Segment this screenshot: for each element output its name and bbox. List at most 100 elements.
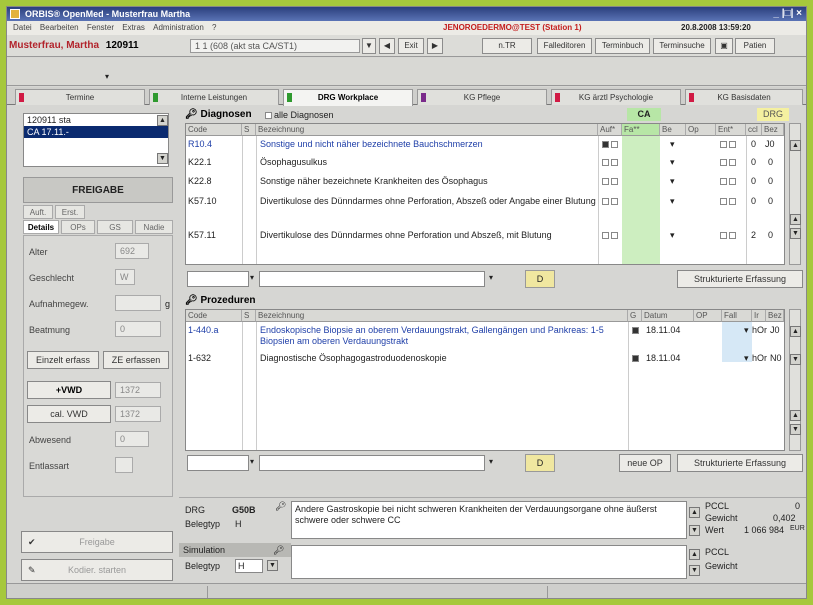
diagnose-d-button[interactable]: D [525,270,555,288]
col-fall[interactable]: Fall [722,310,752,322]
row-dropdown-icon[interactable]: ▾ [742,353,749,364]
diag-code-input[interactable] [187,271,249,287]
tab-auft[interactable]: Auft. [23,205,53,219]
falleditoren-button[interactable]: Falleditoren [537,38,592,54]
tab-kg-pflege[interactable]: KG Pflege [417,89,547,105]
col-bezeichnung[interactable]: Bezeichnung [256,124,598,136]
row-checkboxes[interactable] [718,139,738,150]
diag-code[interactable]: R10.4 [186,139,212,150]
scroll-up-icon[interactable]: ▲ [689,507,700,518]
dropdown-icon[interactable]: ▾ [489,457,493,466]
vwd-minus-field[interactable]: 1372 [115,406,161,422]
ntr-button[interactable]: n.TR [482,38,532,54]
exit-button[interactable]: Exit [398,38,424,54]
tab-kg-psychologie[interactable]: KG ärztl Psychologie [551,89,681,105]
menu-help[interactable]: ? [212,23,216,32]
row-dropdown-icon[interactable]: ▾ [668,176,675,187]
row-checkboxes[interactable] [600,139,620,150]
menu-window[interactable]: Fenster [87,23,114,32]
collapse-icon[interactable]: ▾ [101,72,113,84]
diag-text[interactable]: Sonstige und nicht näher bezeichnete Bau… [258,139,596,150]
diag-code[interactable]: K57.11 [186,230,216,241]
scroll-down-icon[interactable]: ▼ [157,153,168,164]
ze-erfassen-button[interactable]: ZE erfassen [103,351,169,369]
proc-text[interactable]: Diagnostische Ösophagogastroduodenoskopi… [258,353,624,364]
scroll-up-icon[interactable]: ▲ [790,326,801,337]
col-auf[interactable]: Auf* [598,124,622,136]
scroll-down-icon[interactable]: ▼ [689,525,700,536]
terminbuch-button[interactable]: Terminbuch [595,38,650,54]
diag-text[interactable]: Divertikulose des Dünndarmes ohne Perfor… [258,230,596,241]
forward-arrow-icon[interactable]: ▶ [427,38,443,54]
col-bez[interactable]: Bez [766,310,784,322]
diag-code[interactable]: K22.1 [186,157,212,168]
window-controls[interactable]: _ |□| × [773,7,802,21]
tab-nadie[interactable]: Nadie [135,220,173,234]
col-ir[interactable]: Ir [752,310,766,322]
vwd-plus-field[interactable]: 1372 [115,382,161,398]
diag-text[interactable]: Ösophagusulkus [258,157,596,168]
row-dropdown-icon[interactable]: ▾ [668,196,675,207]
row-checkboxes[interactable] [600,176,620,187]
scroll-up-icon[interactable]: ▲ [689,549,700,560]
col-op[interactable]: Op [686,124,716,136]
prozedur-d-button[interactable]: D [525,454,555,472]
tab-interne-leistungen[interactable]: Interne Leistungen [149,89,279,105]
col-bez[interactable]: Bez [762,124,784,136]
scroll-down-icon[interactable]: ▼ [790,424,801,435]
neue-op-button[interactable]: neue OP [619,454,671,472]
tab-ops[interactable]: OPs [61,220,95,234]
proc-code[interactable]: 1-440.a [186,325,219,336]
entlassart-field[interactable] [115,457,133,473]
case-list-item-selected[interactable]: CA 17.11.- [24,126,168,138]
patient-icon[interactable]: ▣ [715,38,733,54]
tab-drg-workplace[interactable]: DRG Workplace [283,89,413,106]
col-bezeichnung[interactable]: Bezeichnung [256,310,628,322]
menu-edit[interactable]: Bearbeiten [40,23,79,32]
row-checkboxes[interactable] [600,230,620,241]
col-s[interactable]: S [242,124,256,136]
row-dropdown-icon[interactable]: ▾ [668,230,675,241]
col-code[interactable]: Code [186,124,242,136]
case-dropdown-icon[interactable]: ▼ [362,38,376,54]
case-selector[interactable]: 1 1 (608 (akt sta CA/ST1) [190,39,360,53]
row-dropdown-icon[interactable]: ▾ [668,157,675,168]
aufnahmegew-field[interactable] [115,295,161,311]
proc-strukturierte-erfassung-button[interactable]: Strukturierte Erfassung [677,454,803,472]
row-checkboxes[interactable] [718,176,738,187]
col-code[interactable]: Code [186,310,242,322]
tab-erst[interactable]: Erst. [55,205,85,219]
diag-strukturierte-erfassung-button[interactable]: Strukturierte Erfassung [677,270,803,288]
row-dropdown-icon[interactable]: ▾ [668,139,675,150]
proc-checkbox[interactable] [630,353,641,364]
col-fa[interactable]: Fa** [622,124,660,136]
case-list-item[interactable]: 120911 sta [24,114,168,126]
menu-extras[interactable]: Extras [122,23,145,32]
row-checkboxes[interactable] [600,196,620,207]
sim-beleg-select[interactable]: H [235,559,263,573]
einzelt-erfass-button[interactable]: Einzelt erfass [27,351,99,369]
row-checkboxes[interactable] [718,157,738,168]
scroll-up-icon[interactable]: ▲ [790,410,801,421]
dropdown-icon[interactable]: ▾ [489,273,493,282]
kodierung-button[interactable]: ✎ Kodier. starten [21,559,173,581]
tab-termine[interactable]: Termine [15,89,145,105]
row-checkboxes[interactable] [718,196,738,207]
diag-code[interactable]: K22.8 [186,176,212,187]
geschlecht-field[interactable]: W [115,269,135,285]
proc-text[interactable]: Endoskopische Biopsie an oberem Verdauun… [258,325,624,347]
diagnosen-scrollbar[interactable]: ▲ ▲ ▼ [789,123,801,265]
dropdown-icon[interactable]: ▾ [250,457,254,466]
diagnosen-table[interactable]: Code S Bezeichnung Auf* Fa** Be Op Ent* … [185,123,785,265]
col-s[interactable]: S [242,310,256,322]
scroll-down-icon[interactable]: ▼ [689,565,700,576]
col-ent[interactable]: Ent* [716,124,746,136]
diag-code[interactable]: K57.10 [186,196,217,207]
col-datum[interactable]: Datum [642,310,694,322]
vwd-plus-button[interactable]: +VWD [27,381,111,399]
proc-text-input[interactable] [259,455,485,471]
tab-kg-basisdaten[interactable]: KG Basisdaten [685,89,803,105]
freigabe-button[interactable]: ✔ Freigabe [21,531,173,553]
col-be[interactable]: Be [660,124,686,136]
scroll-up-icon[interactable]: ▲ [157,115,168,126]
